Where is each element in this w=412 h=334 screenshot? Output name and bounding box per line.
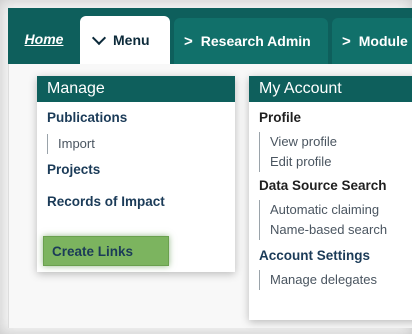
app-frame: Home Menu > Research Admin > Module Mana… <box>0 0 412 334</box>
chevron-down-icon <box>91 30 107 46</box>
chevron-right-icon: > <box>342 32 351 50</box>
tab-research-admin-label: Research Admin <box>200 33 311 49</box>
tab-module-label: Module <box>358 33 408 49</box>
menu-link-automatic-claiming[interactable]: Automatic claiming <box>270 200 387 220</box>
my-account-section: My Account Profile View profile Edit pro… <box>249 76 412 320</box>
create-links-label: Create Links <box>52 243 134 259</box>
data-source-links: Automatic claiming Name-based search <box>259 200 387 240</box>
data-source-search-heading: Data Source Search <box>259 178 387 193</box>
menu-link-create-links[interactable]: Create Links <box>43 236 169 266</box>
manage-heading: Manage <box>37 76 235 102</box>
tab-research-admin[interactable]: > Research Admin <box>174 18 328 64</box>
menu-link-manage-delegates[interactable]: Manage delegates <box>259 270 377 290</box>
menu-link-name-based-search[interactable]: Name-based search <box>270 220 387 240</box>
menu-link-import[interactable]: Import <box>47 134 95 154</box>
menu-link-records-of-impact[interactable]: Records of Impact <box>47 194 165 209</box>
tab-menu[interactable]: Menu <box>80 16 170 64</box>
manage-section: Manage Publications Import Projects Reco… <box>37 76 235 272</box>
my-account-heading: My Account <box>249 76 412 102</box>
menu-link-publications[interactable]: Publications <box>47 110 127 125</box>
tab-module[interactable]: > Module <box>332 18 412 64</box>
menu-link-edit-profile[interactable]: Edit profile <box>270 152 337 172</box>
tab-home[interactable]: Home <box>8 20 80 58</box>
menu-link-account-settings[interactable]: Account Settings <box>259 248 370 263</box>
tab-bar: Home Menu > Research Admin > Module <box>8 8 412 64</box>
profile-heading: Profile <box>259 110 302 125</box>
menu-link-projects[interactable]: Projects <box>47 162 100 177</box>
chevron-right-icon: > <box>184 32 193 50</box>
profile-links: View profile Edit profile <box>259 132 337 172</box>
tab-home-label: Home <box>24 31 64 47</box>
menu-panel: Manage Publications Import Projects Reco… <box>8 64 412 328</box>
menu-link-view-profile[interactable]: View profile <box>270 132 337 152</box>
tab-menu-label: Menu <box>113 32 150 48</box>
